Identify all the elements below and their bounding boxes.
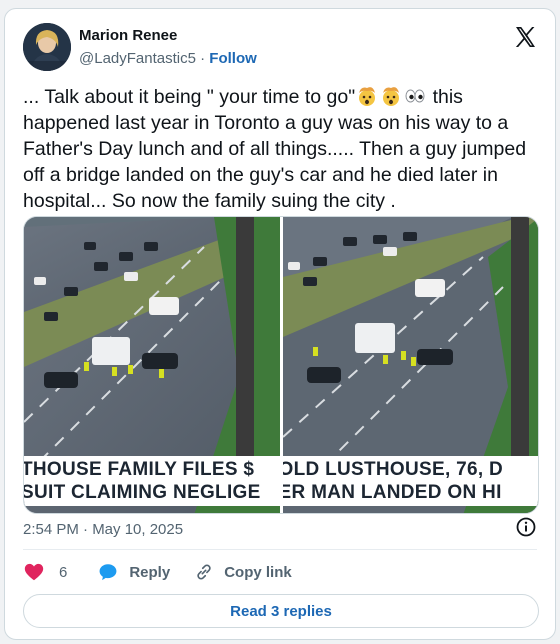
tweet-text: ... Talk about it being " your time to g… — [23, 84, 543, 214]
follow-link[interactable]: Follow — [209, 50, 257, 67]
reply-label: Reply — [129, 563, 171, 581]
copy-link-button[interactable]: Copy link — [194, 562, 292, 582]
read-replies-button[interactable]: Read 3 replies — [23, 594, 539, 628]
reply-button[interactable]: Reply — [97, 561, 170, 583]
media-image-1[interactable]: THOUSE FAMILY FILES $ SUIT CLAIMING NEGL… — [24, 217, 280, 513]
x-logo-icon[interactable] — [513, 25, 537, 49]
media-image-2[interactable]: OLD LUSTHOUSE, 76, D ER MAN LANDED ON HI — [282, 217, 538, 513]
like-count: 6 — [59, 563, 68, 581]
like-button[interactable]: 6 — [23, 561, 67, 583]
news-banner-line1: OLD LUSTHOUSE, 76, D — [282, 459, 504, 480]
news-banner-line2: SUIT CLAIMING NEGLIGE — [24, 482, 261, 503]
copy-link-label: Copy link — [224, 563, 292, 581]
avatar[interactable] — [23, 23, 71, 71]
heart-icon — [24, 563, 44, 581]
handle[interactable]: @LadyFantastic5 — [79, 50, 196, 67]
tweet-card: Marion Renee @LadyFantastic5 · Follow ..… — [4, 8, 556, 640]
action-bar: 6 Reply Copy link — [23, 557, 292, 587]
display-name[interactable]: Marion Renee — [79, 27, 177, 44]
handle-line: @LadyFantastic5 · Follow — [79, 50, 257, 67]
news-banner: THOUSE FAMILY FILES $ SUIT CLAIMING NEGL… — [24, 456, 280, 506]
tweet-text-part1: ... Talk about it being " your time to g… — [23, 86, 356, 108]
divider — [23, 549, 537, 550]
media-grid: THOUSE FAMILY FILES $ SUIT CLAIMING NEGL… — [23, 216, 539, 514]
eyes-emoji-icon — [405, 89, 425, 103]
news-banner-line2: ER MAN LANDED ON HI — [282, 482, 502, 503]
link-icon — [197, 564, 211, 580]
exploding-head-emoji-icon — [383, 87, 400, 106]
news-banner-line1: THOUSE FAMILY FILES $ — [24, 459, 255, 480]
reply-icon — [99, 564, 117, 581]
separator: · — [195, 50, 210, 67]
info-icon[interactable] — [515, 516, 537, 538]
news-banner: OLD LUSTHOUSE, 76, D ER MAN LANDED ON HI — [282, 456, 538, 506]
exploding-head-emoji-icon — [359, 87, 376, 106]
timestamp[interactable]: 2:54 PM · May 10, 2025 — [23, 521, 183, 538]
